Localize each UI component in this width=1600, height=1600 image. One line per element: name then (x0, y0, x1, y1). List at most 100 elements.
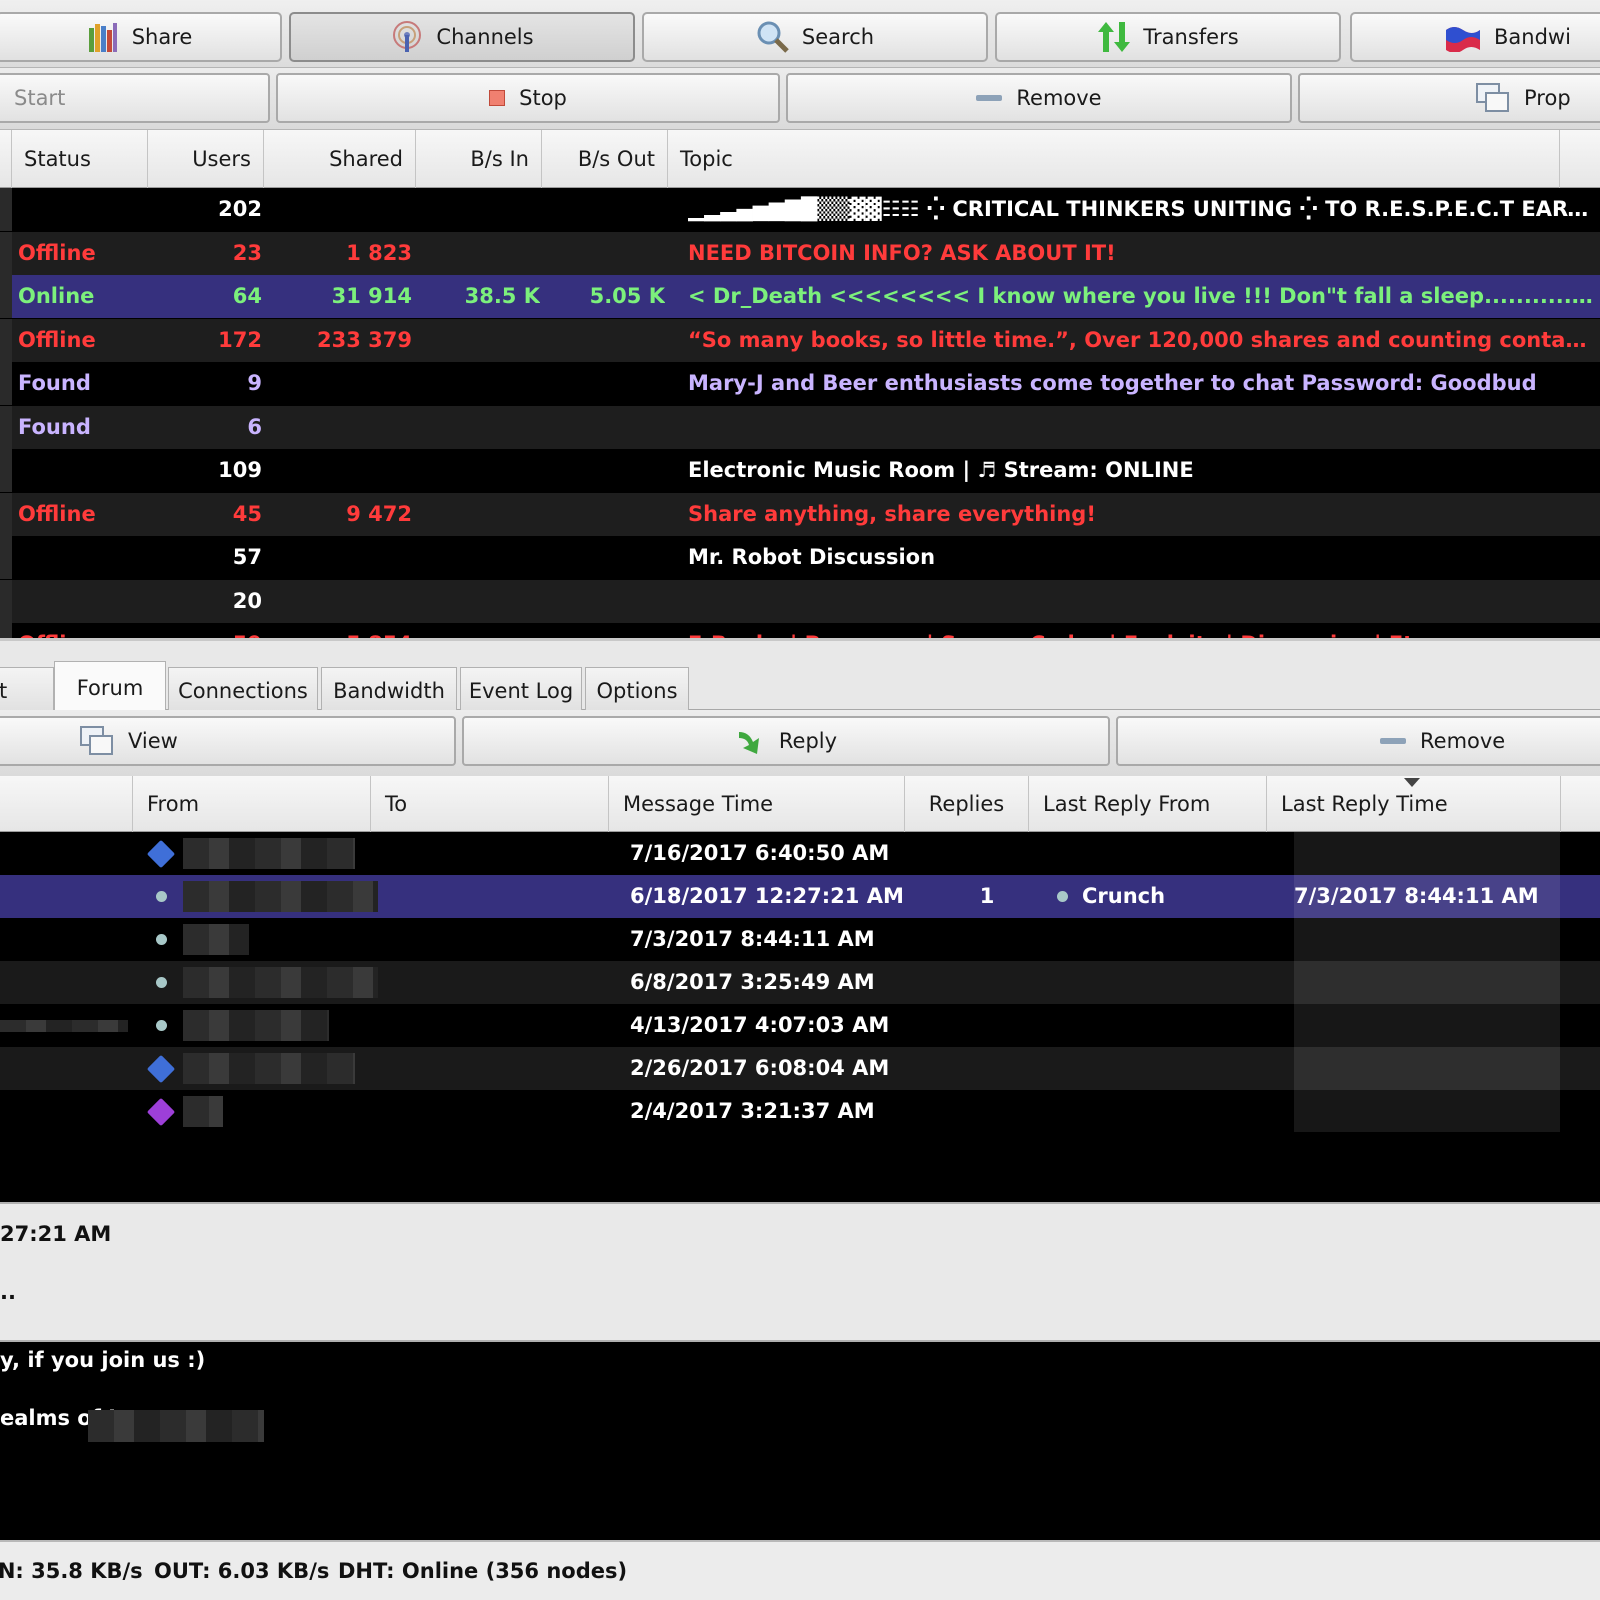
channel-status (18, 188, 148, 231)
channel-bin (420, 319, 540, 362)
column-bytes-out[interactable]: B/s Out (542, 130, 668, 188)
tab-chat[interactable]: t (0, 667, 54, 713)
channel-shared: 1 823 (346, 240, 412, 265)
forum-row[interactable]: 4/13/2017 4:07:03 AM (0, 1004, 1600, 1047)
channel-bout (545, 362, 665, 405)
channel-bout (545, 232, 665, 275)
channel-topic: NEED BITCOIN INFO? ASK ABOUT IT! (688, 240, 1116, 265)
tab-event-log[interactable]: Event Log (460, 667, 582, 713)
forum-replies (932, 961, 1042, 1004)
forum-row[interactable]: 2/26/2017 6:08:04 AM (0, 1047, 1600, 1090)
forum-row[interactable]: 6/18/2017 12:27:21 AM 1 7/3/2017 8:44:11 A… (0, 875, 1600, 918)
reply-button[interactable]: Reply (462, 716, 1110, 766)
properties-button[interactable]: Prop (1298, 73, 1600, 123)
channel-status: Found (18, 371, 91, 395)
channel-table: 202 ▁▂▃▄▅▆▇█▒▒▓▓☷☷ ⁛ CRITICAL THINKERS UN… (0, 188, 1600, 638)
column-message-time[interactable]: Message Time (609, 776, 905, 832)
start-button[interactable]: Start (0, 73, 270, 123)
channel-bin (420, 580, 540, 623)
remove-button[interactable]: Remove (786, 73, 1292, 123)
forum-replies: 1 (979, 884, 995, 908)
column-from[interactable]: From (133, 776, 371, 832)
bandwidth-button[interactable]: Bandwi (1350, 12, 1600, 62)
tab-options[interactable]: Options (585, 667, 689, 713)
channel-row[interactable]: Offline 23 1 823 NEED BITCOIN INFO? ASK ABO… (0, 231, 1600, 275)
channel-row[interactable]: Offline 172 233 379 “So many books, so litt… (0, 318, 1600, 362)
forum-row[interactable]: 7/16/2017 6:40:50 AM (0, 832, 1600, 875)
tab-bandwidth[interactable]: Bandwidth (321, 667, 457, 713)
message-subject: .. (0, 1280, 16, 1304)
channel-row[interactable]: 109 Electronic Music Room | ♬ Stream: ON… (0, 449, 1600, 492)
channel-row[interactable]: 20 (0, 579, 1600, 623)
channel-status (18, 580, 148, 623)
stop-button[interactable]: Stop (276, 73, 780, 123)
forum-row[interactable]: 7/3/2017 8:44:11 AM (0, 918, 1600, 961)
channel-users: 45 (232, 501, 262, 526)
channel-status: Offline (18, 240, 96, 265)
tab-connections[interactable]: Connections (168, 667, 318, 713)
column-topic[interactable]: Topic (668, 130, 1560, 188)
channel-topic (688, 406, 1593, 449)
channel-topic: “So many books, so little time.”, Over 1… (688, 327, 1593, 352)
channel-bin (420, 623, 540, 638)
channel-row[interactable]: Offline 45 9 472 Share anything, share ever… (0, 492, 1600, 536)
column-users[interactable]: Users (148, 130, 264, 188)
forum-row[interactable]: 6/8/2017 3:25:49 AM (0, 961, 1600, 1004)
column-replies[interactable]: Replies (905, 776, 1029, 832)
forum-replies (932, 918, 1042, 961)
channel-bout (545, 449, 665, 492)
search-button[interactable]: Search (642, 12, 988, 62)
channel-users: 59 (150, 623, 262, 638)
channel-row[interactable]: Found 9 Mary-J and Beer enthusiasts come t… (0, 362, 1600, 405)
redacted-sender (183, 1010, 329, 1041)
channel-topic: < Dr_Death <<<<<<<< I know where you liv… (688, 284, 1593, 308)
column-status[interactable]: Status (12, 130, 148, 188)
status-dot-icon (155, 1020, 167, 1031)
column-last-reply-from[interactable]: Last Reply From (1029, 776, 1267, 832)
sort-descending-icon (1404, 778, 1420, 787)
remove-post-button[interactable]: Remove (1116, 716, 1600, 766)
redacted-sender (183, 838, 355, 869)
channel-bin (420, 188, 540, 231)
channel-row[interactable]: Online 64 31 914 38.5 K 5.05 K < Dr_Death <<<… (0, 275, 1600, 318)
channel-shared: 31 914 (331, 284, 412, 308)
view-button[interactable]: View (0, 716, 456, 766)
channel-row[interactable]: 202 ▁▂▃▄▅▆▇█▒▒▓▓☷☷ ⁛ CRITICAL THINKERS UN… (0, 188, 1600, 231)
channel-users: 64 (232, 284, 262, 308)
transfers-button[interactable]: Transfers (995, 12, 1341, 62)
channel-row[interactable]: Offline59 5 854 E-Books | Programs | Sourc… (0, 623, 1600, 638)
channel-shared (266, 580, 412, 623)
column-shared[interactable]: Shared (264, 130, 416, 188)
reply-arrow-icon (738, 732, 759, 754)
channel-bout (545, 536, 665, 579)
channel-shared (266, 362, 412, 405)
forum-last-from: Crunch (1082, 884, 1166, 908)
share-button[interactable]: Share (0, 12, 282, 62)
channel-status: Offline (18, 501, 96, 526)
status-dot-icon (155, 891, 167, 902)
channels-button[interactable]: Channels (289, 12, 635, 62)
channel-status (18, 449, 148, 492)
message-time: 27:21 AM (0, 1222, 112, 1246)
tab-forum[interactable]: Forum (54, 661, 166, 714)
column-last-reply-time[interactable]: Last Reply Time (1267, 776, 1561, 832)
channel-shared (266, 406, 412, 449)
status-dht: DHT: Online (356 nodes) (338, 1559, 628, 1583)
redacted-sender (183, 967, 378, 998)
channel-row[interactable]: 57 Mr. Robot Discussion (0, 536, 1600, 579)
stop-icon (489, 90, 506, 106)
column-to[interactable]: To (371, 776, 609, 832)
column-bytes-in[interactable]: B/s In (416, 130, 542, 188)
forum-last-time (1294, 1004, 1560, 1047)
channel-status (18, 536, 148, 579)
channel-topic: Mary-J and Beer enthusiasts come togethe… (688, 371, 1537, 395)
status-dot-icon (1057, 891, 1068, 902)
channel-bout (545, 580, 665, 623)
channel-topic: Mr. Robot Discussion (688, 545, 936, 569)
forum-time: 6/18/2017 12:27:21 AM (630, 884, 904, 908)
channel-row[interactable]: Found 6 (0, 405, 1600, 449)
forum-row[interactable]: 2/4/2017 3:21:37 AM (0, 1090, 1600, 1133)
channel-users: 202 (218, 197, 262, 221)
status-dot-icon (155, 934, 167, 945)
channel-shared: 5 854 (266, 623, 412, 638)
